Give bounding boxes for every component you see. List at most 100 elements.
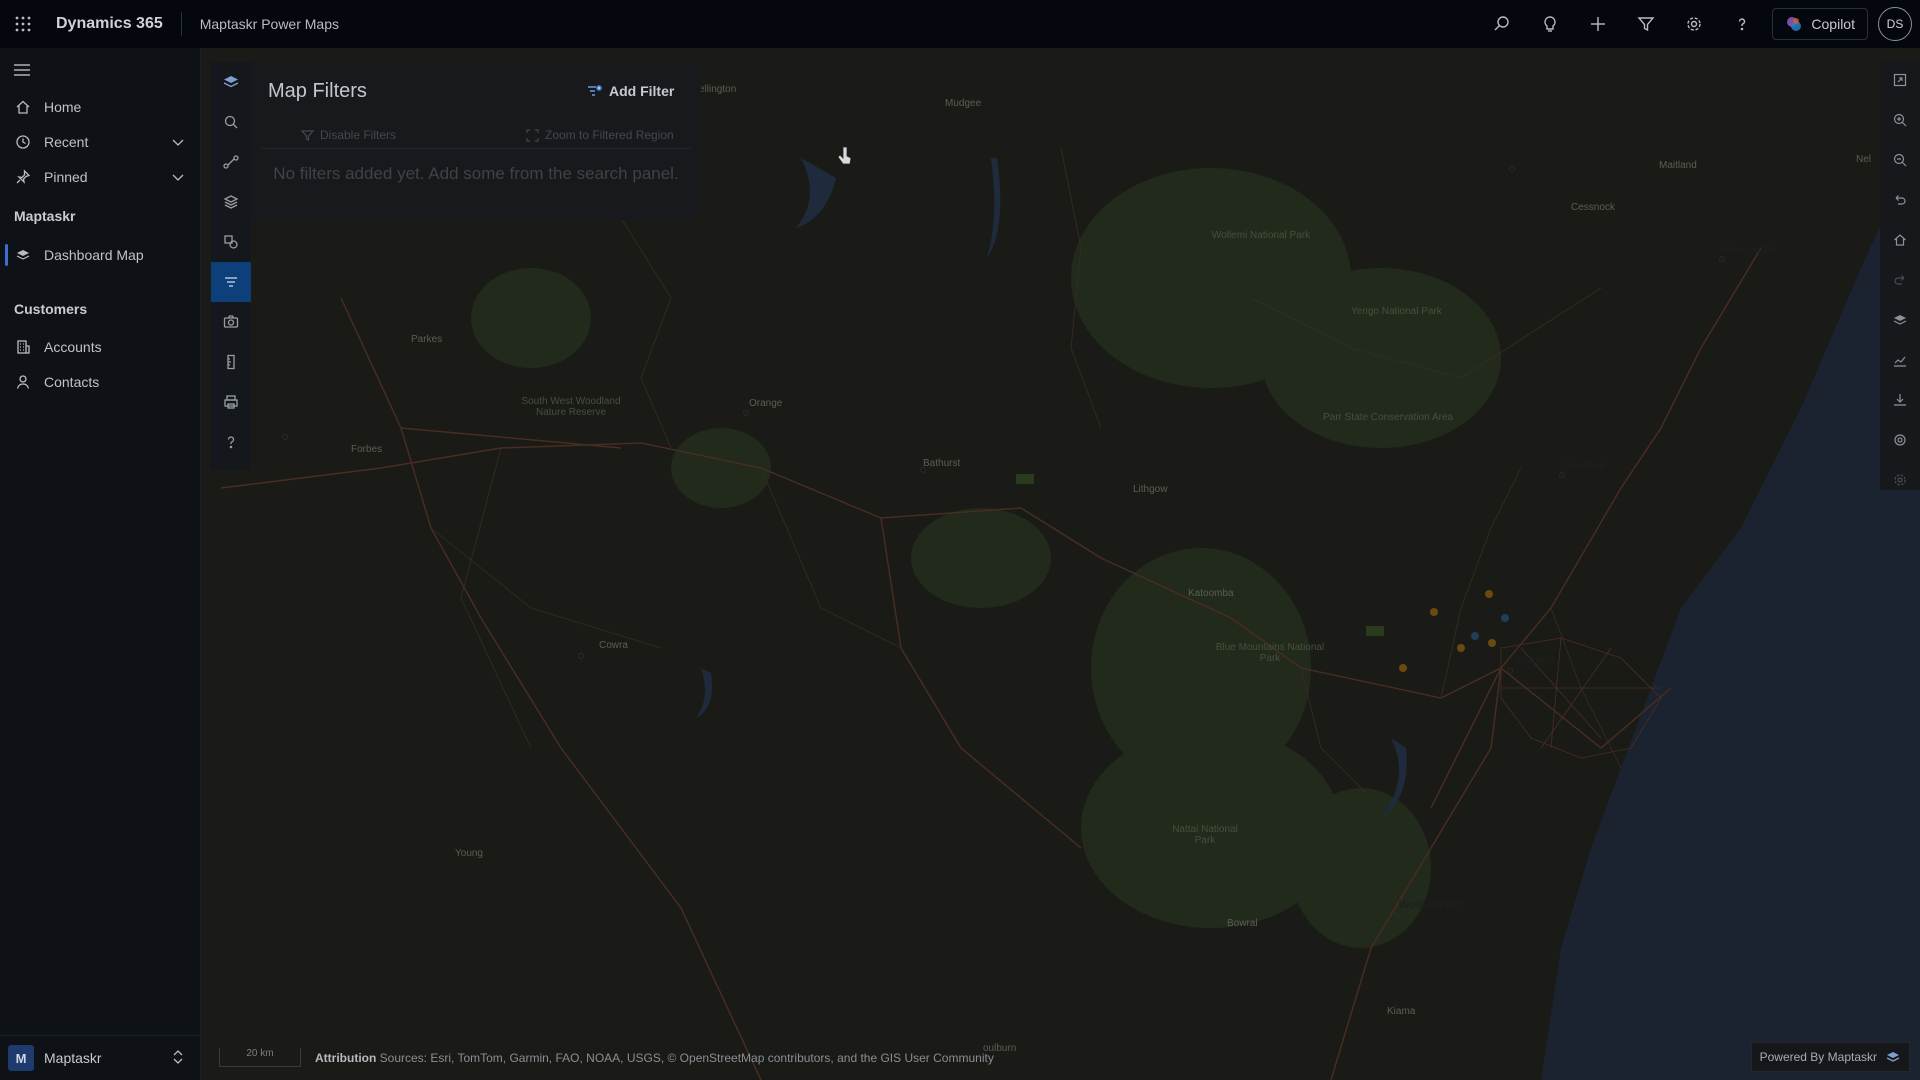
- place-label: Maitland: [1659, 160, 1697, 171]
- zoom-in-icon[interactable]: [1880, 100, 1920, 140]
- plus-icon[interactable]: [1574, 0, 1622, 48]
- building-icon: [12, 339, 34, 355]
- disable-filters-label: Disable Filters: [320, 128, 397, 142]
- zoom-region-icon: [526, 128, 539, 142]
- site-map-nav: Home Recent Pinned Maptaskr Dashboard Ma…: [0, 48, 201, 1080]
- place-label: Mudgee: [945, 98, 982, 109]
- lightbulb-icon[interactable]: [1526, 0, 1574, 48]
- nav-item-label: Home: [44, 99, 82, 115]
- powered-by-label: Powered By Maptaskr: [1759, 1050, 1877, 1064]
- park-label: Wollemi National Park: [1211, 230, 1311, 241]
- place-label: Cowra: [599, 640, 628, 651]
- route-icon[interactable]: [211, 142, 251, 182]
- place-label: Nel: [1856, 154, 1872, 165]
- mouse-cursor-icon: [837, 146, 852, 165]
- map-canvas[interactable]: Mudgee Maitland Cessnock Newcastle Nel W…: [201, 48, 1920, 1080]
- shapes-icon[interactable]: [211, 222, 251, 262]
- maptaskr-logo-icon: [1886, 1052, 1900, 1062]
- app-launcher-icon[interactable]: [0, 0, 46, 48]
- hamburger-icon[interactable]: [12, 62, 32, 83]
- settings-icon[interactable]: [1880, 460, 1920, 500]
- attribution-label: Attribution: [315, 1051, 377, 1065]
- empty-state-message: No filters added yet. Add some from the …: [273, 164, 679, 183]
- disable-filters-button[interactable]: Disable Filters: [301, 128, 396, 142]
- nav-item-label: Pinned: [44, 169, 88, 185]
- filter-list-icon[interactable]: [211, 262, 251, 302]
- place-label: Lithgow: [1133, 484, 1168, 495]
- place-label: Kiama: [1387, 1006, 1416, 1017]
- park-label: South West Woodland Nature Reserve: [521, 396, 621, 418]
- place-label: Bowral: [1227, 918, 1258, 929]
- place-label: Orange: [749, 398, 783, 409]
- nav-item-recent[interactable]: Recent: [0, 125, 200, 159]
- filter-off-icon: [301, 129, 314, 141]
- redo-icon[interactable]: [1880, 260, 1920, 300]
- chart-icon[interactable]: [1880, 340, 1920, 380]
- map-filters-panel: Map Filters Add Filter Disable Filters Z…: [251, 62, 701, 220]
- avatar[interactable]: DS: [1878, 7, 1912, 41]
- panel-actions: Disable Filters Zoom to Filtered Region: [261, 126, 691, 149]
- map-tool-rail: [211, 62, 251, 470]
- place-label: Parkes: [411, 334, 443, 345]
- place-label: Gosford: [1563, 460, 1606, 472]
- undo-icon[interactable]: [1880, 180, 1920, 220]
- attribution[interactable]: Attribution Sources: Esri, TomTom, Garmi…: [315, 1051, 994, 1065]
- powered-by-badge[interactable]: Powered By Maptaskr: [1750, 1042, 1910, 1072]
- scale-bar: 20 km: [219, 1048, 301, 1067]
- park-label: Nattai National Park: [1172, 824, 1238, 846]
- ruler-icon[interactable]: [211, 342, 251, 382]
- help-icon[interactable]: [211, 422, 251, 462]
- park-label: Yengo National Park: [1351, 306, 1442, 317]
- nav-item-home[interactable]: Home: [0, 90, 200, 124]
- layers-icon[interactable]: [211, 182, 251, 222]
- place-label: Cessnock: [1571, 202, 1615, 213]
- home-icon: [12, 99, 34, 115]
- area-switcher[interactable]: M Maptaskr: [0, 1035, 200, 1080]
- add-filter-label: Add Filter: [609, 83, 675, 99]
- camera-icon[interactable]: [211, 302, 251, 342]
- attribution-text: Sources: Esri, TomTom, Garmin, FAO, NOAA…: [379, 1051, 994, 1065]
- nav-item-contacts[interactable]: Contacts: [0, 365, 200, 399]
- search-icon[interactable]: [1478, 0, 1526, 48]
- copilot-icon: [1787, 17, 1802, 31]
- copilot-button[interactable]: Copilot: [1772, 8, 1868, 40]
- area-name: Maptaskr: [44, 1050, 102, 1066]
- search-icon[interactable]: [211, 102, 251, 142]
- pin-icon: [12, 169, 34, 185]
- settings-icon[interactable]: [1670, 0, 1718, 48]
- place-label: Newcastle: [1722, 244, 1776, 256]
- print-icon[interactable]: [211, 382, 251, 422]
- place-label: Young: [455, 848, 483, 859]
- nav-item-accounts[interactable]: Accounts: [0, 330, 200, 364]
- place-label: Bathurst: [923, 458, 961, 469]
- add-filter-icon: [588, 85, 602, 96]
- place-label: Wollongong: [1399, 899, 1463, 911]
- clock-icon: [12, 134, 34, 150]
- maptaskr-logo-icon[interactable]: [211, 62, 251, 102]
- chevron-updown-icon: [170, 1048, 186, 1071]
- nav-item-label: Recent: [44, 134, 89, 150]
- nav-item-label: Accounts: [44, 339, 102, 355]
- filter-icon[interactable]: [1622, 0, 1670, 48]
- download-icon[interactable]: [1880, 380, 1920, 420]
- zoom-out-icon[interactable]: [1880, 140, 1920, 180]
- park-label: Parr State Conservation Area: [1323, 412, 1454, 423]
- expand-icon[interactable]: [1880, 60, 1920, 100]
- locate-icon[interactable]: [1880, 420, 1920, 460]
- basemap-icon[interactable]: [1880, 300, 1920, 340]
- nav-item-pinned[interactable]: Pinned: [0, 160, 200, 194]
- park-label: Blue Mountains National Park: [1215, 642, 1325, 664]
- place-label: Sydney: [1515, 654, 1555, 666]
- top-bar: Dynamics 365 Maptaskr Power Maps Copilot…: [0, 0, 1920, 48]
- app-name[interactable]: Dynamics 365: [46, 15, 181, 33]
- add-filter-button[interactable]: Add Filter: [587, 78, 674, 104]
- place-label: Katoomba: [1188, 588, 1234, 599]
- nav-item-dashboard-map[interactable]: Dashboard Map: [0, 238, 200, 272]
- chevron-down-icon[interactable]: [170, 169, 186, 188]
- home-icon[interactable]: [1880, 220, 1920, 260]
- help-icon[interactable]: [1718, 0, 1766, 48]
- module-name[interactable]: Maptaskr Power Maps: [182, 16, 339, 32]
- chevron-down-icon[interactable]: [170, 134, 186, 153]
- zoom-filtered-region-button[interactable]: Zoom to Filtered Region: [526, 128, 674, 142]
- person-icon: [12, 374, 34, 390]
